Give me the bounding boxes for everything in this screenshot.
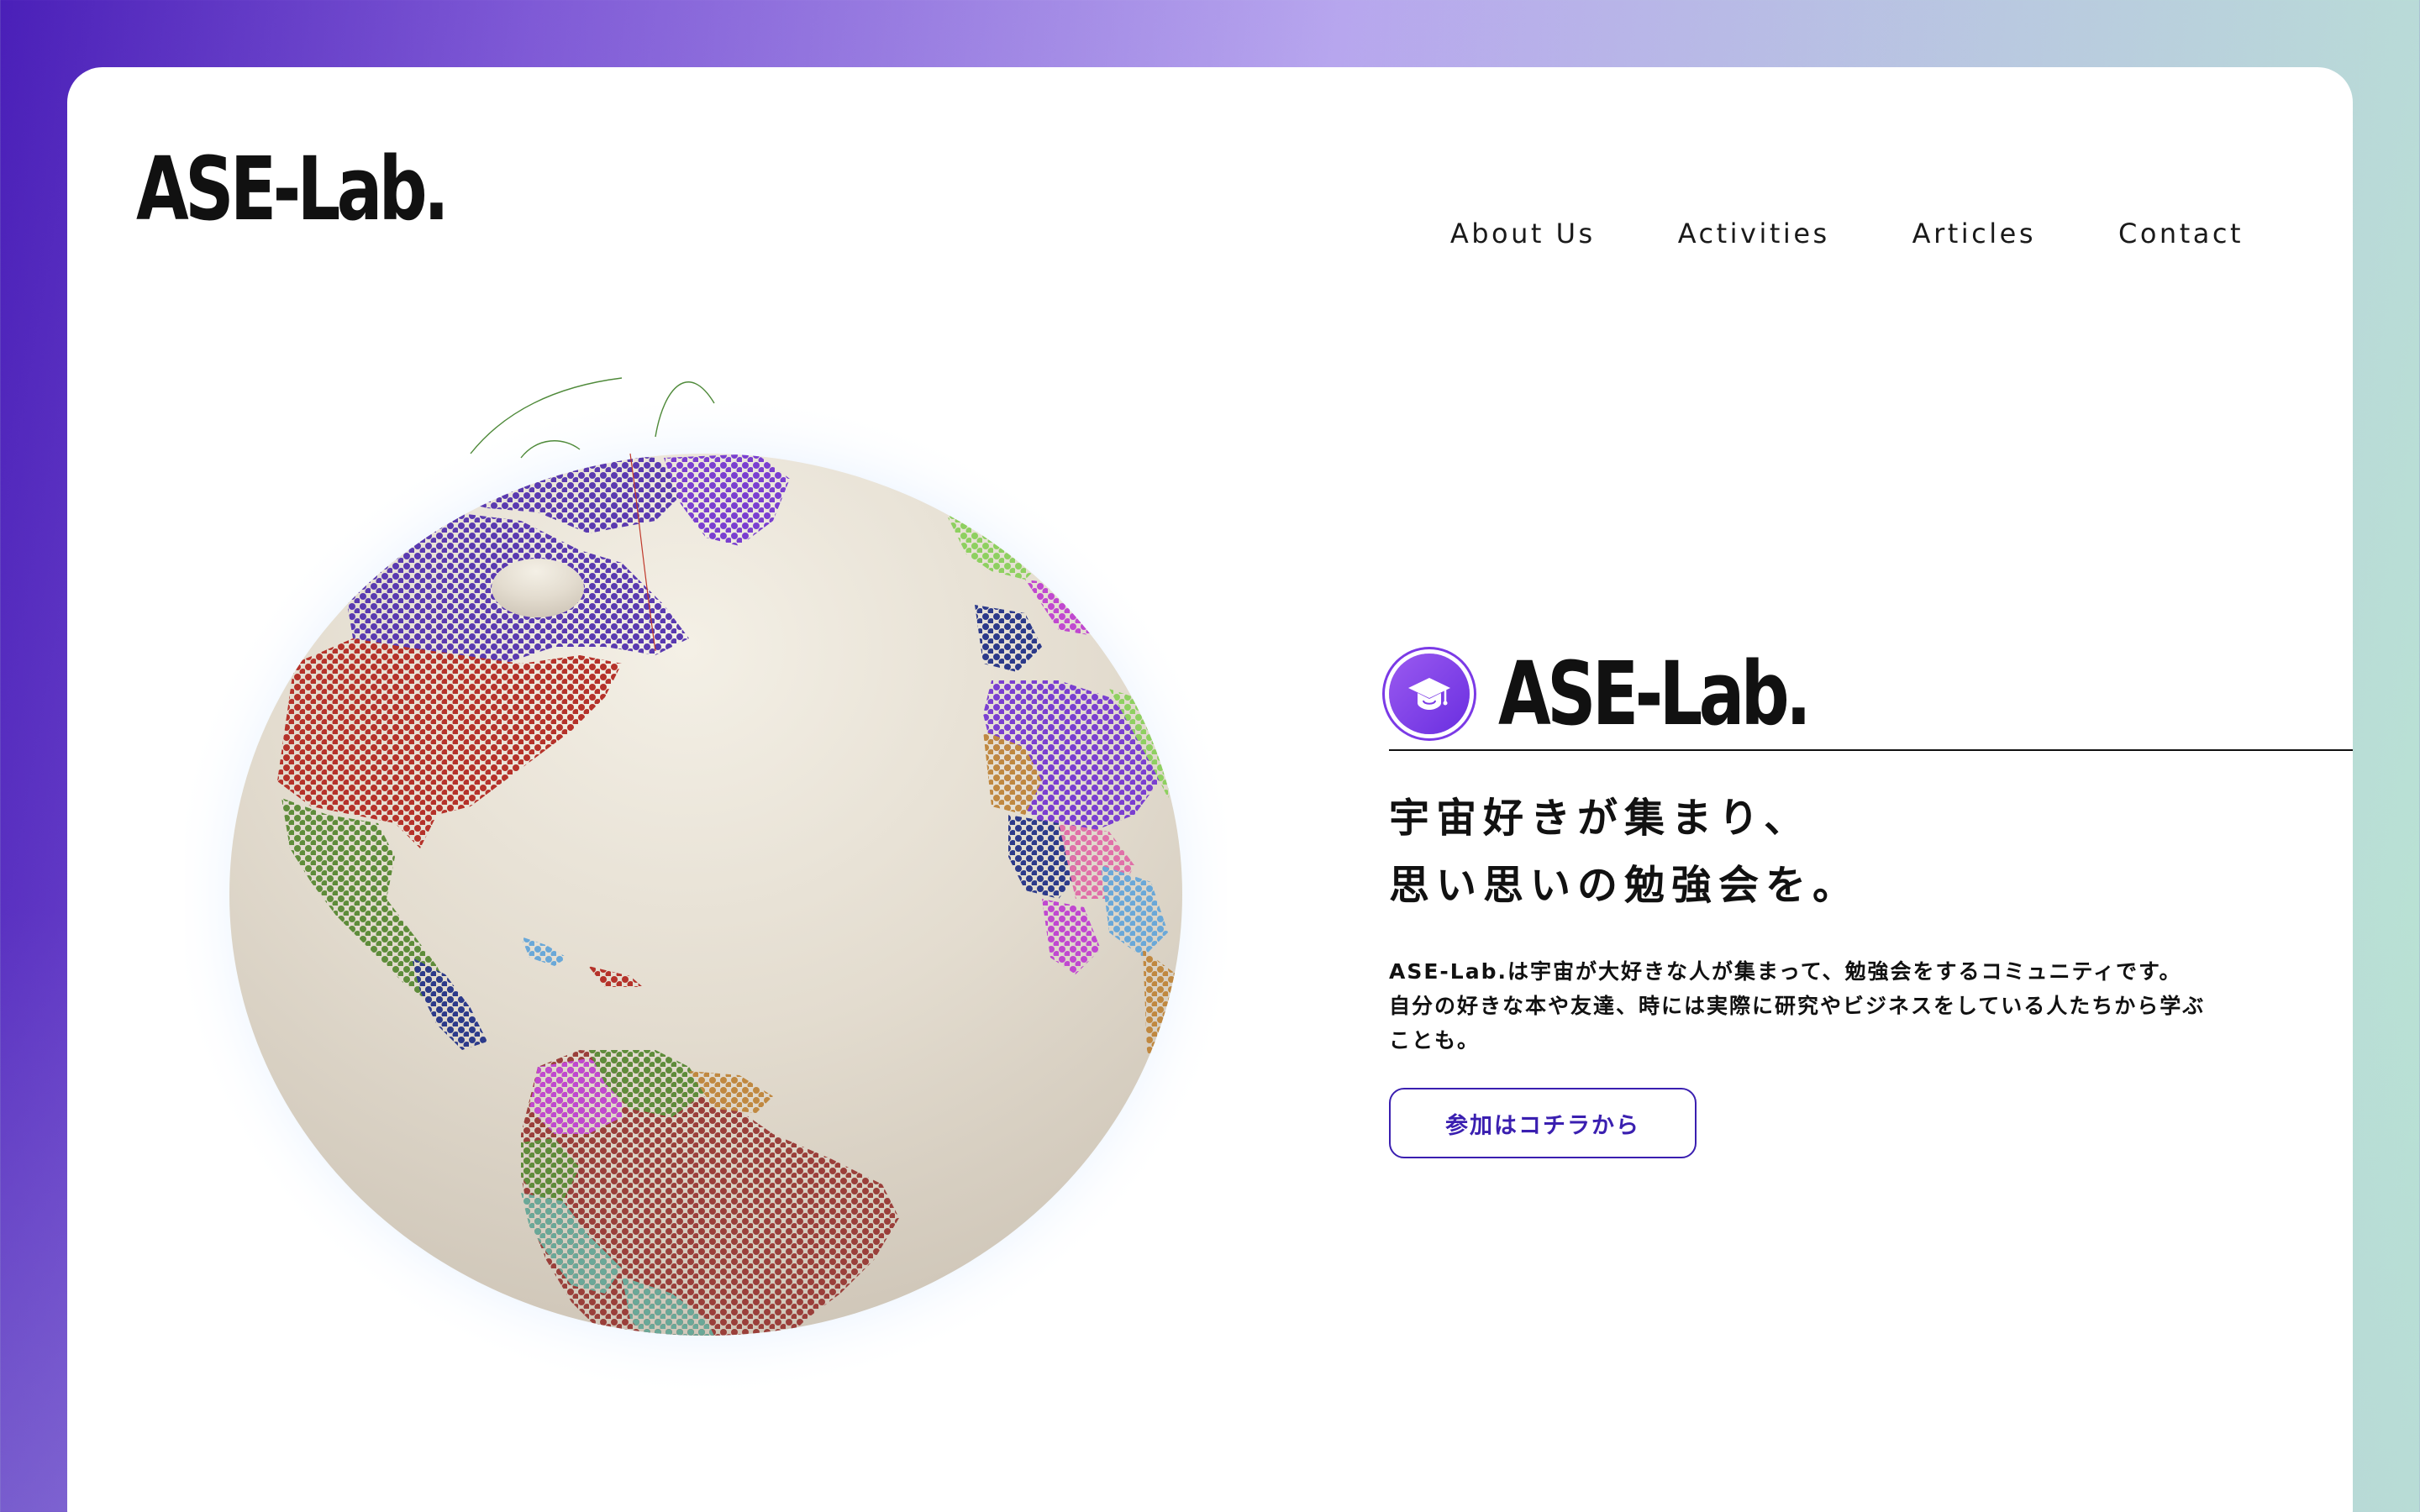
tagline-line-1: 宇宙好きが集まり、 — [1389, 795, 1812, 842]
graduation-cap-icon — [1389, 654, 1470, 734]
description-line-3: ことも。 — [1389, 1028, 1481, 1053]
description-line-1: ASE-Lab.は宇宙が大好きな人が集まって、勉強会をするコミュニティです。 — [1389, 959, 2182, 984]
globe-visual[interactable] — [168, 311, 1244, 1436]
main-nav: About Us Activities Articles Contact — [1450, 218, 2244, 249]
globe-svg — [168, 377, 1244, 1399]
tagline-line-2: 思い思いの勉強会を。 — [1389, 862, 1860, 909]
hero-section: ASE-Lab. 宇宙好きが集まり、 思い思いの勉強会を。 ASE-Lab.は宇… — [1389, 647, 2353, 1158]
description-line-2: 自分の好きな本や友達、時には実際に研究やビジネスをしている人たちから学ぶ — [1389, 994, 2206, 1018]
main-card: ASE-Lab. About Us Activities Articles Co… — [67, 67, 2353, 1512]
nav-about-us[interactable]: About Us — [1450, 218, 1596, 249]
hero-description: ASE-Lab.は宇宙が大好きな人が集まって、勉強会をするコミュニティです。 自… — [1389, 954, 2305, 1058]
site-logo[interactable]: ASE-Lab. — [136, 133, 450, 246]
hero-title: ASE-Lab. — [1498, 643, 1812, 745]
join-button[interactable]: 参加はコチラから — [1389, 1088, 1697, 1158]
nav-articles[interactable]: Articles — [1912, 218, 2036, 249]
nav-contact[interactable]: Contact — [2118, 218, 2244, 249]
hero-title-row: ASE-Lab. — [1389, 647, 2353, 751]
hero-tagline: 宇宙好きが集まり、 思い思いの勉強会を。 — [1389, 785, 2353, 919]
nav-activities[interactable]: Activities — [1678, 218, 1830, 249]
